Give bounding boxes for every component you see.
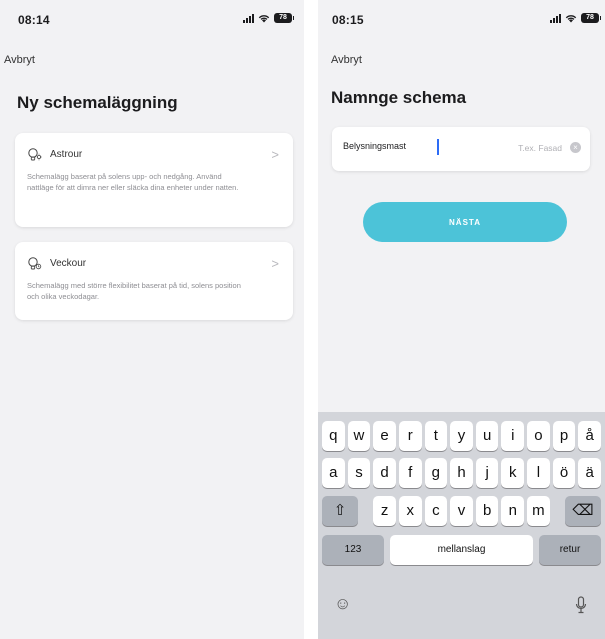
option-description: Schemalägg baserat på solens upp- och ne… xyxy=(27,172,239,192)
bulb-clock-icon xyxy=(27,256,42,271)
key-v[interactable]: v xyxy=(450,496,473,526)
key-ä[interactable]: ä xyxy=(578,458,601,488)
key-q[interactable]: q xyxy=(322,421,345,451)
key-p[interactable]: p xyxy=(552,421,576,451)
key-x[interactable]: x xyxy=(398,496,422,526)
key-l[interactable]: l xyxy=(527,458,550,488)
chevron-right-icon: > xyxy=(271,147,279,162)
key-y[interactable]: y xyxy=(450,421,473,451)
key-d[interactable]: d xyxy=(373,458,396,488)
keyboard: qwertyuiopå asdfghjklöä ⇧ ⌫ zxcvbnm 123 … xyxy=(318,412,605,639)
shift-key[interactable]: ⇧ xyxy=(322,496,358,526)
input-hint: T.ex. Fasad xyxy=(518,143,562,153)
signal-icon xyxy=(550,13,561,23)
schedule-name-field[interactable]: T.ex. Fasad × xyxy=(332,127,590,171)
chevron-right-icon: > xyxy=(271,256,279,271)
key-e[interactable]: e xyxy=(373,421,396,451)
key-r[interactable]: r xyxy=(398,421,422,451)
key-m[interactable]: m xyxy=(527,496,550,526)
wifi-icon xyxy=(258,14,270,22)
screen-divider xyxy=(305,0,317,639)
numbers-key[interactable]: 123 xyxy=(322,535,384,565)
key-g[interactable]: g xyxy=(424,458,448,488)
microphone-icon[interactable] xyxy=(575,596,587,614)
return-key[interactable]: retur xyxy=(539,535,601,565)
battery-icon: 78 xyxy=(581,13,601,23)
bulb-sun-icon xyxy=(27,147,42,162)
key-w[interactable]: w xyxy=(347,421,371,451)
key-u[interactable]: u xyxy=(475,421,499,451)
key-k[interactable]: k xyxy=(501,458,525,488)
backspace-key[interactable]: ⌫ xyxy=(565,496,601,526)
key-å[interactable]: å xyxy=(578,421,601,451)
next-button[interactable]: NÄSTA xyxy=(363,202,567,242)
cancel-button[interactable]: Avbryt xyxy=(331,54,362,66)
key-c[interactable]: c xyxy=(424,496,448,526)
schedule-name-input[interactable] xyxy=(343,141,493,151)
key-a[interactable]: a xyxy=(322,458,345,488)
page-title: Ny schemaläggning xyxy=(17,93,178,112)
battery-icon: 78 xyxy=(274,13,294,23)
key-f[interactable]: f xyxy=(398,458,422,488)
veckour-option[interactable]: Veckour > Schemalägg med större flexibil… xyxy=(15,242,293,320)
name-schedule-screen: 08:15 78 Avbryt Namnge schema T.ex. Fasa… xyxy=(318,0,605,639)
cancel-button[interactable]: Avbryt xyxy=(4,54,35,66)
key-s[interactable]: s xyxy=(347,458,371,488)
key-t[interactable]: t xyxy=(424,421,448,451)
text-cursor xyxy=(437,139,439,155)
key-j[interactable]: j xyxy=(475,458,499,488)
key-i[interactable]: i xyxy=(501,421,525,451)
clear-icon[interactable]: × xyxy=(570,142,581,153)
key-h[interactable]: h xyxy=(450,458,473,488)
key-n[interactable]: n xyxy=(501,496,525,526)
status-time: 08:14 xyxy=(18,13,50,27)
status-bar: 08:14 78 xyxy=(0,0,304,34)
key-z[interactable]: z xyxy=(373,496,396,526)
schedule-type-screen: 08:14 78 Avbryt Ny schemaläggning Astrou… xyxy=(0,0,304,639)
option-title: Veckour xyxy=(50,258,87,269)
astrour-option[interactable]: Astrour > Schemalägg baserat på solens u… xyxy=(15,133,293,227)
key-o[interactable]: o xyxy=(527,421,550,451)
key-ö[interactable]: ö xyxy=(552,458,576,488)
signal-icon xyxy=(243,13,254,23)
key-b[interactable]: b xyxy=(475,496,499,526)
option-title: Astrour xyxy=(50,149,83,160)
status-time: 08:15 xyxy=(332,13,364,27)
status-bar: 08:15 78 xyxy=(318,0,605,34)
emoji-icon[interactable]: ☺ xyxy=(334,594,351,614)
wifi-icon xyxy=(565,14,577,22)
space-key[interactable]: mellanslag xyxy=(390,535,533,565)
page-title: Namnge schema xyxy=(331,88,467,107)
option-description: Schemalägg med större flexibilitet baser… xyxy=(27,281,241,301)
